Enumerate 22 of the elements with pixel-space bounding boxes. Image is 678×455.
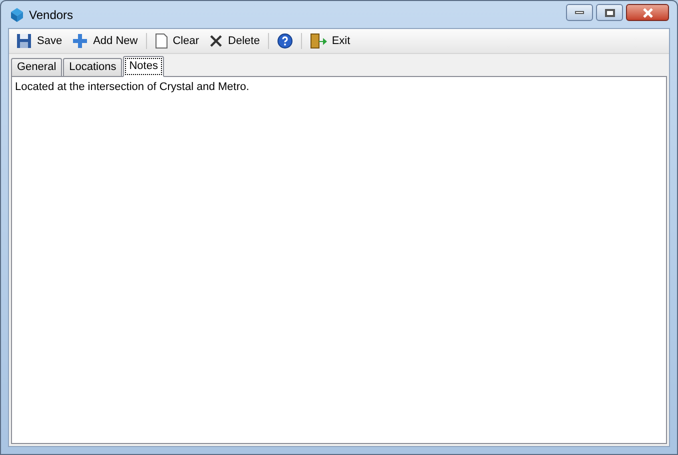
x-mark-icon	[209, 34, 224, 48]
tab[interactable]: Notes	[123, 56, 164, 77]
close-button[interactable]	[626, 4, 669, 21]
maximize-icon	[604, 8, 614, 16]
add-button[interactable]: Add New	[70, 30, 140, 52]
delete-button[interactable]: Delete	[207, 30, 262, 52]
tab[interactable]: Locations	[63, 58, 122, 77]
door-exit-icon	[310, 33, 327, 49]
plus-icon	[72, 33, 88, 49]
app-icon	[9, 6, 25, 22]
minimize-button[interactable]	[566, 4, 593, 21]
window-title: Vendors	[29, 6, 74, 24]
notes-field[interactable]: Located at the intersection of Crystal and Metro.	[11, 76, 667, 444]
save-button[interactable]: Save	[14, 30, 64, 52]
maximize-button[interactable]	[596, 4, 623, 21]
close-icon	[642, 8, 654, 18]
tab[interactable]: General	[11, 58, 62, 77]
exit-button[interactable]: Exit	[308, 30, 352, 52]
clear-button[interactable]: Clear	[152, 30, 202, 52]
help-icon	[276, 33, 293, 49]
minimize-icon	[575, 11, 584, 14]
blank-page-icon	[154, 33, 168, 49]
